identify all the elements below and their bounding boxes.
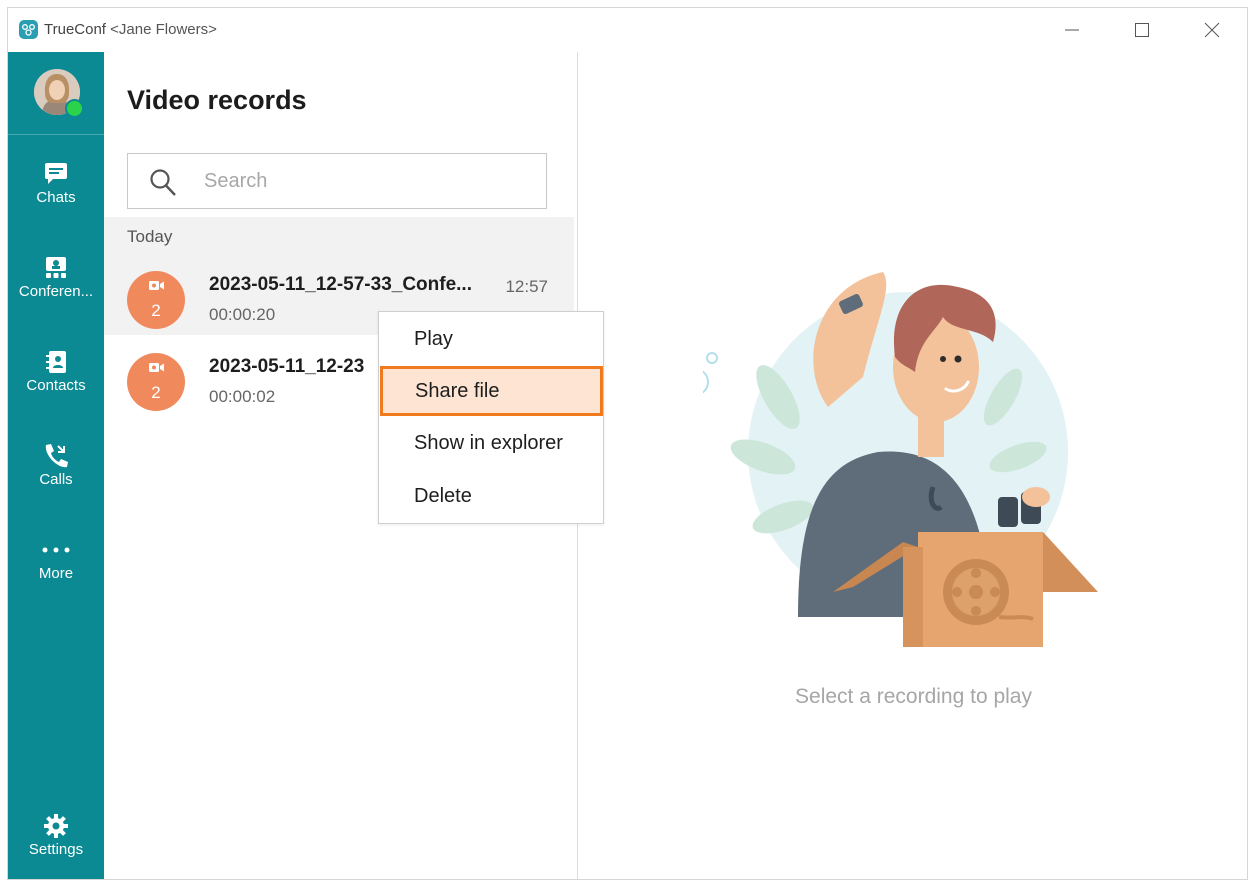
empty-state-message: Select a recording to play <box>795 685 1032 708</box>
app-name: TrueConf <box>44 21 106 38</box>
record-duration: 00:00:20 <box>209 305 276 324</box>
menu-item-share-file[interactable]: Share file <box>380 366 603 416</box>
online-status-indicator <box>65 99 84 118</box>
context-menu: Play Share file Show in explorer Delete <box>378 311 604 524</box>
search-box[interactable] <box>127 153 547 209</box>
current-user: <Jane Flowers> <box>110 21 217 38</box>
menu-item-label: Play <box>414 328 453 350</box>
menu-item-show-in-explorer[interactable]: Show in explorer <box>379 418 603 468</box>
sidebar-item-label: Chats <box>36 189 76 206</box>
close-button[interactable] <box>1177 8 1247 52</box>
conference-icon <box>8 254 104 282</box>
participant-count: 2 <box>151 383 161 402</box>
close-icon <box>1204 22 1220 38</box>
minimize-button[interactable] <box>1037 8 1107 52</box>
maximize-button[interactable] <box>1107 8 1177 52</box>
chat-icon <box>8 160 104 188</box>
menu-item-delete[interactable]: Delete <box>379 471 603 521</box>
sidebar-item-label: Contacts <box>26 377 86 394</box>
maximize-icon <box>1135 23 1149 37</box>
search-icon <box>148 168 182 203</box>
title-bar: TrueConf <Jane Flowers> <box>8 8 1247 52</box>
app-window: TrueConf <Jane Flowers> Chats Conferen..… <box>7 7 1248 880</box>
sidebar-item-label: More <box>38 565 74 582</box>
record-avatar: 2 <box>127 271 185 329</box>
record-name: 2023-05-11_12-57-33_Confe... <box>209 274 472 295</box>
menu-item-label: Share file <box>415 380 500 402</box>
window-title: TrueConf <Jane Flowers> <box>44 21 217 38</box>
sidebar-item-calls[interactable]: Calls <box>8 442 104 488</box>
sidebar-item-label: Settings <box>28 841 84 858</box>
empty-state-illustration <box>703 272 1098 647</box>
sidebar-item-settings[interactable]: Settings <box>8 812 104 858</box>
sidebar: Chats Conferen... Contacts Calls More Se… <box>8 52 104 879</box>
participant-count: 2 <box>151 301 161 320</box>
contacts-icon <box>8 348 104 376</box>
sidebar-divider <box>8 134 104 135</box>
group-header-today: Today <box>104 217 574 253</box>
record-name: 2023-05-11_12-23 <box>209 356 365 377</box>
page-title: Video records <box>127 85 307 115</box>
sidebar-item-more[interactable]: More <box>8 536 104 582</box>
calls-icon <box>8 442 104 470</box>
video-camera-icon <box>149 281 164 290</box>
search-input[interactable] <box>204 154 524 208</box>
group-label: Today <box>127 227 173 246</box>
record-time: 12:57 <box>505 277 548 296</box>
gear-icon <box>8 812 104 840</box>
sidebar-item-contacts[interactable]: Contacts <box>8 348 104 394</box>
record-duration: 00:00:02 <box>209 387 276 406</box>
menu-item-play[interactable]: Play <box>379 314 603 364</box>
record-avatar: 2 <box>127 353 185 411</box>
more-icon <box>8 536 104 564</box>
video-camera-icon <box>149 363 164 372</box>
sidebar-item-conferences[interactable]: Conferen... <box>8 254 104 300</box>
minimize-icon <box>1065 29 1079 31</box>
player-panel: Select a recording to play <box>578 52 1247 879</box>
sidebar-item-label: Calls <box>39 471 73 488</box>
sidebar-item-label: Conferen... <box>18 283 94 300</box>
menu-item-label: Show in explorer <box>414 432 563 454</box>
trueconf-logo-icon <box>19 20 38 39</box>
sidebar-item-chats[interactable]: Chats <box>8 160 104 206</box>
menu-item-label: Delete <box>414 485 472 507</box>
